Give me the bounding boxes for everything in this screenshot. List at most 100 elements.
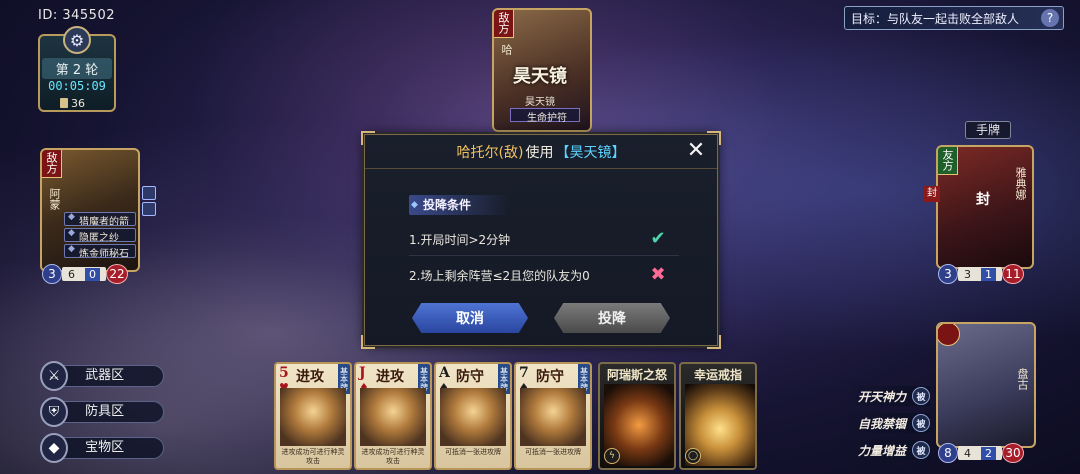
right-ally-name: 雅典娜 [1014, 167, 1027, 200]
skill-3-tag: 被 [912, 441, 930, 459]
card-3-rank: A [439, 365, 450, 381]
help-icon[interactable]: ? [1041, 9, 1059, 27]
condition-1-text: 1.开局时间>2分钟 [409, 233, 511, 247]
boss-item-subtitle: 昊天镜 [525, 97, 555, 108]
round-label: 第 2 轮 [42, 58, 112, 79]
card-4-desc: 可抵消一张进攻牌 [525, 448, 581, 456]
right-ally-stat-mid: 3 1 [958, 267, 1002, 281]
seal-tag: 封 [924, 186, 940, 202]
right-ally-stat-left: 3 [938, 264, 958, 284]
hand-card-3[interactable]: A ♠ 防守 基本牌 可抵消一张进攻牌 [434, 362, 512, 470]
game-timer: 00:05:09 [48, 79, 106, 93]
hand-card-6[interactable]: 幸运戒指 ◯ [679, 362, 757, 470]
deck-icon [60, 98, 68, 108]
objective-text: 目标：与队友一起击败全部敌人 [851, 11, 1020, 26]
card-2-art [360, 388, 426, 446]
card-1-art [280, 388, 346, 446]
right-ally-camp-badge: 友方 [938, 147, 958, 175]
card-5-name: 阿瑞斯之怒 [606, 368, 667, 382]
objective-banner: 目标：与队友一起击败全部敌人 ? [844, 6, 1064, 30]
left-enemy-stats: 3 6 0 22 [42, 264, 128, 284]
boss-item-title: 昊天镜 [513, 66, 567, 87]
left-enemy-skill-3[interactable]: 炼金师秘石 [64, 244, 136, 258]
left-enemy-skill-1[interactable]: 猎魔者的箭 [64, 212, 136, 226]
skill-button-3[interactable]: 力量增益 被 [842, 440, 930, 460]
card-2-rank: J [359, 365, 366, 381]
hand-card-1[interactable]: 5 ♥ 进攻 基本牌 进攻成功可进行种灵攻击 [274, 362, 352, 470]
left-enemy-equip-icon-1 [142, 186, 156, 200]
card-3-desc: 可抵消一张进攻牌 [445, 448, 501, 456]
left-enemy-stat-left: 3 [42, 264, 62, 284]
self-hero-stat-a: 4 [964, 446, 971, 460]
skill-2-tag: 被 [912, 414, 930, 432]
ring-icon: ◯ [685, 448, 701, 464]
deck-count-value: 36 [71, 96, 85, 110]
dialog-item: 【昊天镜】 [555, 144, 626, 161]
cancel-button[interactable]: 取消 [412, 303, 528, 333]
cross-icon: ✖ [650, 264, 666, 285]
left-enemy-stat-b: 0 [85, 267, 100, 281]
skill-1-tag: 被 [912, 387, 930, 405]
close-icon[interactable]: ✕ [685, 140, 707, 163]
weapon-zone[interactable]: ⚔ 武器区 [40, 361, 164, 391]
card-1-desc: 进攻成功可进行种灵攻击 [281, 448, 345, 465]
hand-card-4[interactable]: 7 ♠ 防守 基本牌 可抵消一张进攻牌 [514, 362, 592, 470]
conditions-header: 投降条件 [409, 195, 509, 215]
left-enemy-name: 阿蒙 [48, 188, 61, 210]
hand-card-2[interactable]: J ♦ 进攻 基本牌 进攻成功可进行种灵攻击 [354, 362, 432, 470]
self-hero-stat-b: 2 [981, 446, 996, 460]
armor-zone[interactable]: ⛨ 防具区 [40, 397, 164, 427]
left-enemy-hp: 22 [106, 264, 128, 284]
self-hero-stat-left: 8 [938, 443, 958, 463]
divider [409, 255, 679, 256]
surrender-button[interactable]: 投降 [554, 303, 670, 333]
treasure-zone[interactable]: ◆ 宝物区 [40, 433, 164, 463]
weapon-icon: ⚔ [40, 361, 69, 391]
dialog-title: 哈托尔(敌) 使用 【昊天镜】 [365, 135, 717, 169]
gem-icon: ◆ [40, 433, 69, 463]
card-4-art [520, 388, 586, 446]
seal-mark: 封 [976, 192, 990, 208]
card-1-rank: 5 [279, 365, 289, 381]
left-enemy-card[interactable]: 敌方 阿蒙 猎魔者的箭 隐匿之纱 炼金师秘石 [40, 148, 140, 272]
hand-label[interactable]: 手牌 [965, 121, 1011, 139]
boss-equip-slot[interactable]: 生命护符 [510, 108, 580, 124]
treasure-zone-label: 宝物区 [60, 437, 164, 459]
user-id: ID: 345502 [38, 8, 115, 23]
card-1-name: 进攻 [296, 369, 324, 385]
card-4-rank: 7 [519, 365, 529, 381]
lightning-icon: ϟ [604, 448, 620, 464]
self-hero-hp: 30 [1002, 443, 1024, 463]
self-hero-name: 盘古 [1016, 368, 1029, 390]
corner-ornament-br [707, 335, 721, 349]
armor-icon: ⛨ [40, 397, 69, 427]
self-hero-card[interactable]: 盘古 [936, 322, 1036, 448]
left-enemy-stat-mid: 6 0 [62, 267, 106, 281]
skill-1-name: 开天神力 [858, 389, 907, 404]
right-ally-stat-b: 1 [981, 267, 996, 281]
weapon-zone-label: 武器区 [60, 365, 164, 387]
card-2-desc: 进攻成功可进行种灵攻击 [361, 448, 425, 465]
self-hero-stat-mid: 4 2 [958, 446, 1002, 460]
boss-name: 哈 [500, 44, 513, 55]
skill-button-1[interactable]: 开天神力 被 [842, 386, 930, 406]
left-enemy-skill-2[interactable]: 隐匿之纱 [64, 228, 136, 242]
card-4-name: 防守 [536, 369, 564, 385]
self-hero-badge [938, 324, 960, 346]
armor-zone-label: 防具区 [60, 401, 164, 423]
right-ally-stats: 3 3 1 11 [938, 264, 1024, 284]
condition-2-text: 2.场上剩余阵营≤2且您的队友为0 [409, 269, 590, 283]
skill-button-2[interactable]: 自我禁锢 被 [842, 413, 930, 433]
skill-3-name: 力量增益 [858, 443, 907, 458]
self-hero-stats: 8 4 2 30 [938, 443, 1024, 463]
right-ally-card[interactable]: 友方 雅典娜 封 [936, 145, 1034, 269]
card-6-name: 幸运戒指 [693, 368, 742, 382]
hand-card-5[interactable]: 阿瑞斯之怒 ϟ [598, 362, 676, 470]
dialog-actor: 哈托尔(敌) [456, 144, 524, 161]
check-icon: ✔ [650, 228, 666, 249]
card-3-name: 防守 [456, 369, 484, 385]
right-ally-hp: 11 [1002, 264, 1024, 284]
settings-gear-icon[interactable]: ⚙ [63, 26, 91, 54]
deck-count: 36 [60, 96, 96, 110]
left-enemy-camp-badge: 敌方 [42, 150, 62, 178]
